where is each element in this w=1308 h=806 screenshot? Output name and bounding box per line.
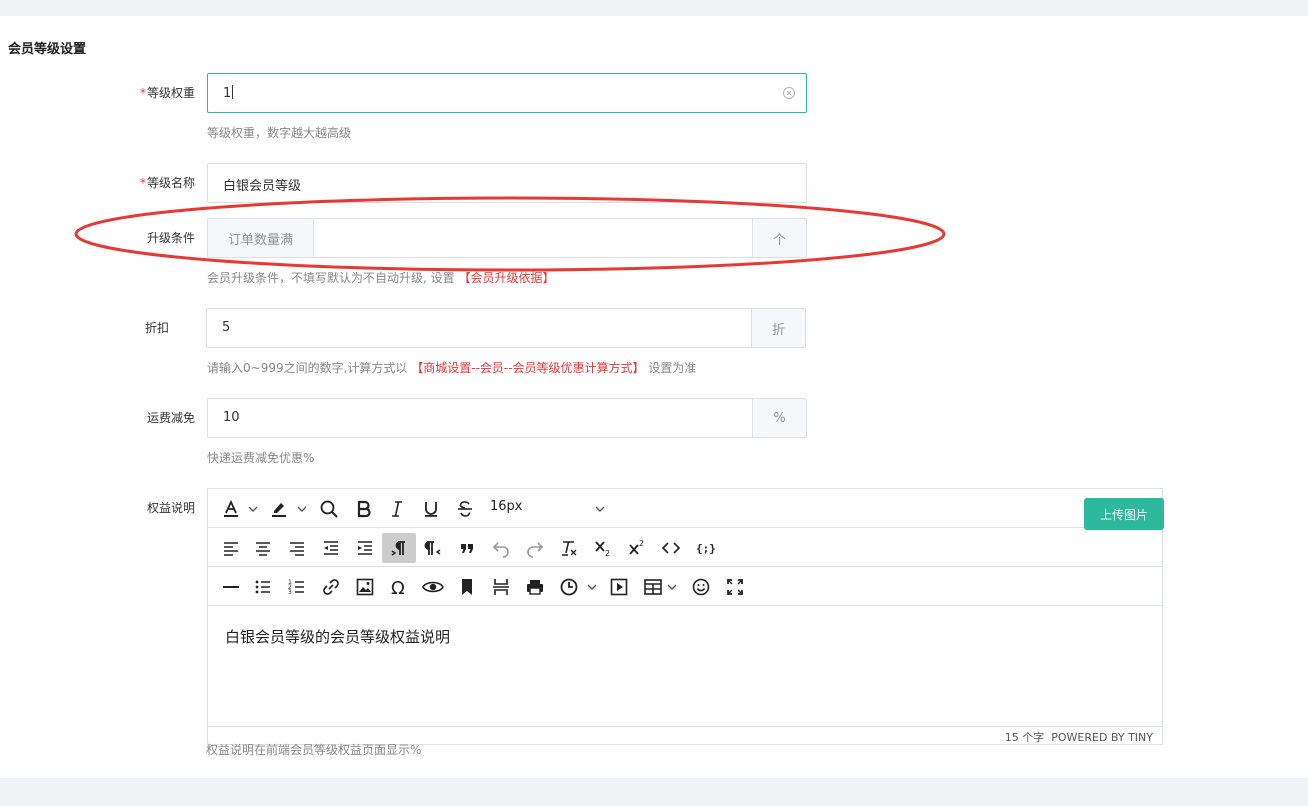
svg-text:Ω: Ω [391,578,405,597]
shipping-input-group: 10 % [207,398,807,438]
upgrade-suffix: 个 [752,219,806,257]
discount-input[interactable]: 5 [207,309,752,347]
editor-content[interactable]: 白银会员等级的会员等级权益说明 [208,606,1162,711]
chevron-down-icon[interactable] [294,494,310,524]
font-size-select[interactable]: 16px [490,499,523,514]
discount-calc-link[interactable]: 【商城设置--会员--会员等级优惠计算方式】 [411,361,644,375]
powered-by-link[interactable]: POWERED BY TINY [1051,731,1153,744]
emoji-icon[interactable] [688,572,714,602]
section-title: 会员等级设置 [8,42,87,57]
outdent-icon[interactable] [318,533,344,563]
discount-suffix: 折 [751,309,805,347]
shipping-suffix: % [752,399,806,437]
highlight-color-icon[interactable] [266,494,292,524]
fullscreen-icon[interactable] [722,572,748,602]
italic-icon[interactable] [384,494,410,524]
media-icon[interactable] [606,572,632,602]
discount-hint: 请输入0~999之间的数字,计算方式以 【商城设置--会员--会员等级优惠计算方… [207,361,697,375]
weight-input[interactable]: 1 [207,73,807,113]
special-char-icon[interactable]: Ω [386,572,412,602]
indent-icon[interactable] [352,533,378,563]
upgrade-input[interactable] [314,219,754,257]
chevron-down-icon[interactable] [664,572,680,602]
upgrade-prefix: 订单数量满 [208,219,314,257]
rtl-icon[interactable] [420,533,446,563]
bullet-list-icon[interactable] [250,572,276,602]
table-icon[interactable] [640,572,666,602]
discount-label: 折扣 [144,321,169,335]
upload-image-button[interactable]: 上传图片 [1084,498,1164,530]
image-icon[interactable] [352,572,378,602]
underline-icon[interactable] [418,494,444,524]
toolbar-row-3: 123 Ω [208,567,1162,606]
name-input[interactable]: 白银会员等级 [207,163,807,203]
code-icon[interactable] [658,533,684,563]
shipping-input[interactable]: 10 [208,399,753,437]
numbered-list-icon[interactable]: 123 [284,572,310,602]
link-icon[interactable] [318,572,344,602]
page-break-icon[interactable] [488,572,514,602]
search-icon[interactable] [316,494,342,524]
toolbar-row-2: 2 2 {;} [208,528,1162,567]
shipping-hint: 快递运费减免优惠% [207,451,315,465]
remove-format-icon[interactable] [556,533,582,563]
undo-icon[interactable] [488,533,514,563]
benefits-hint: 权益说明在前端会员等级权益页面显示% [206,743,422,757]
word-count: 15 个字 [1004,731,1045,744]
chevron-down-icon[interactable] [245,494,261,524]
time-icon[interactable] [556,572,582,602]
weight-value: 1 [223,86,232,101]
rich-text-editor: 16px 上传图片 2 2 {;} 1 2 3 Ω 白银会员等级的会员等级权益说… [207,488,1164,745]
weight-hint: 等级权重，数字越大越高级 [207,126,352,140]
strikethrough-icon[interactable] [452,494,478,524]
text-color-icon[interactable] [218,494,244,524]
blockquote-icon[interactable] [454,533,480,563]
svg-text:2: 2 [605,549,610,558]
name-value: 白银会员等级 [223,179,302,194]
svg-text:{;}: {;} [696,542,715,555]
align-center-icon[interactable] [250,533,276,563]
upgrade-hint: 会员升级条件，不填写默认为不自动升级, 设置 【会员升级依据】 [207,271,555,285]
clear-icon[interactable] [782,86,796,100]
svg-text:3: 3 [288,589,292,596]
ltr-icon[interactable] [382,533,416,563]
benefits-label: 权益说明 [146,501,195,515]
bookmark-icon[interactable] [454,572,480,602]
chevron-down-icon[interactable] [592,494,608,524]
bold-icon[interactable] [351,494,377,524]
align-left-icon[interactable] [218,533,244,563]
horizontal-line-icon[interactable] [218,572,244,602]
upgrade-basis-link[interactable]: 【会员升级依据】 [458,271,554,285]
superscript-icon[interactable]: 2 [624,533,650,563]
chevron-down-icon[interactable] [584,572,600,602]
name-label: *等级名称 [139,176,195,190]
discount-input-group: 5 折 [206,308,806,348]
print-icon[interactable] [522,572,548,602]
settings-panel: 会员等级设置 *等级权重 1 等级权重，数字越大越高级 *等级名称 白银会员等级… [0,16,1308,778]
redo-icon[interactable] [522,533,548,563]
shipping-label: 运费减免 [146,411,195,425]
toolbar-row-1: 16px 上传图片 [208,489,1164,530]
subscript-icon[interactable]: 2 [590,533,616,563]
upgrade-input-group: 订单数量满 个 [207,218,807,258]
svg-text:2: 2 [639,539,644,548]
align-right-icon[interactable] [284,533,310,563]
preview-icon[interactable] [420,572,446,602]
code-sample-icon[interactable]: {;} [692,533,718,563]
weight-label: *等级权重 [139,86,195,100]
upgrade-label: 升级条件 [146,231,195,245]
